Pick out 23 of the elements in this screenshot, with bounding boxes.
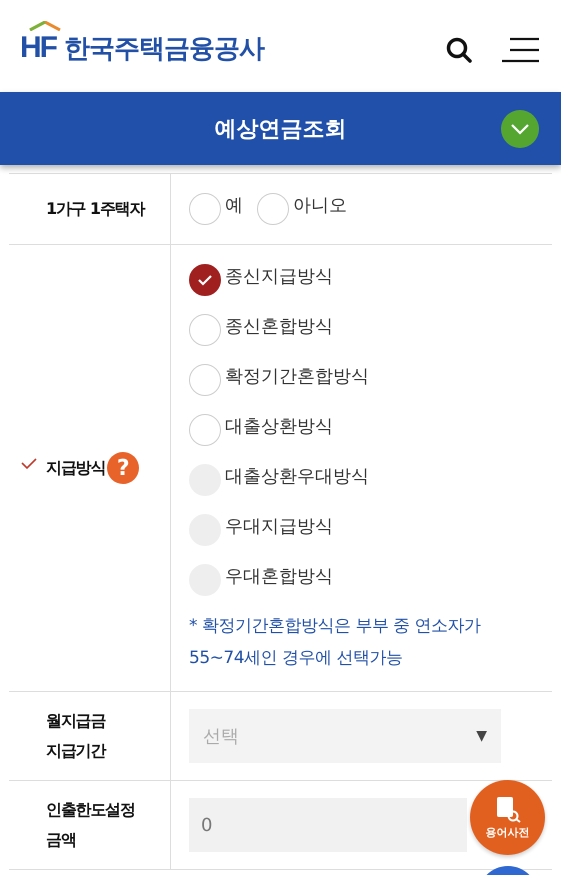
glossary-button[interactable]: 용어사전 (470, 780, 545, 855)
page-title: 예상연금조회 (214, 116, 346, 144)
radio-option[interactable]: 종신지급방식 (189, 262, 552, 298)
radio-option[interactable]: 대출상환방식 (189, 412, 552, 448)
chevron-icon (510, 123, 530, 135)
note-text: * 확정기간혼합방식은 부부 중 연소자가 55~74세인 경우에 선택가능 (189, 615, 482, 670)
select-field[interactable]: 선택 ▼ (189, 709, 501, 763)
radio-option[interactable]: 아니오 (257, 191, 347, 227)
book-search-icon (494, 795, 520, 823)
roof-icon (28, 20, 62, 30)
check-icon (197, 274, 213, 286)
search-icon[interactable] (445, 36, 473, 64)
field-label: 인출한도설정 금액 (46, 799, 136, 851)
menu-icon[interactable] (501, 37, 541, 63)
radio-option[interactable]: 확정기간혼합방식 (189, 362, 552, 398)
logo-mark[interactable]: HF (20, 31, 56, 65)
field-label: 월지급금 지급기간 (46, 710, 107, 762)
field-label: 지급방식 (46, 457, 106, 479)
input-field[interactable]: 0 (189, 798, 467, 852)
radio-option[interactable]: 종신혼합방식 (189, 312, 552, 348)
expand-button[interactable] (501, 110, 539, 148)
logo-text[interactable]: 한국주택금융공사 (64, 30, 264, 66)
field-label: 1가구 1주택자 (46, 198, 144, 220)
